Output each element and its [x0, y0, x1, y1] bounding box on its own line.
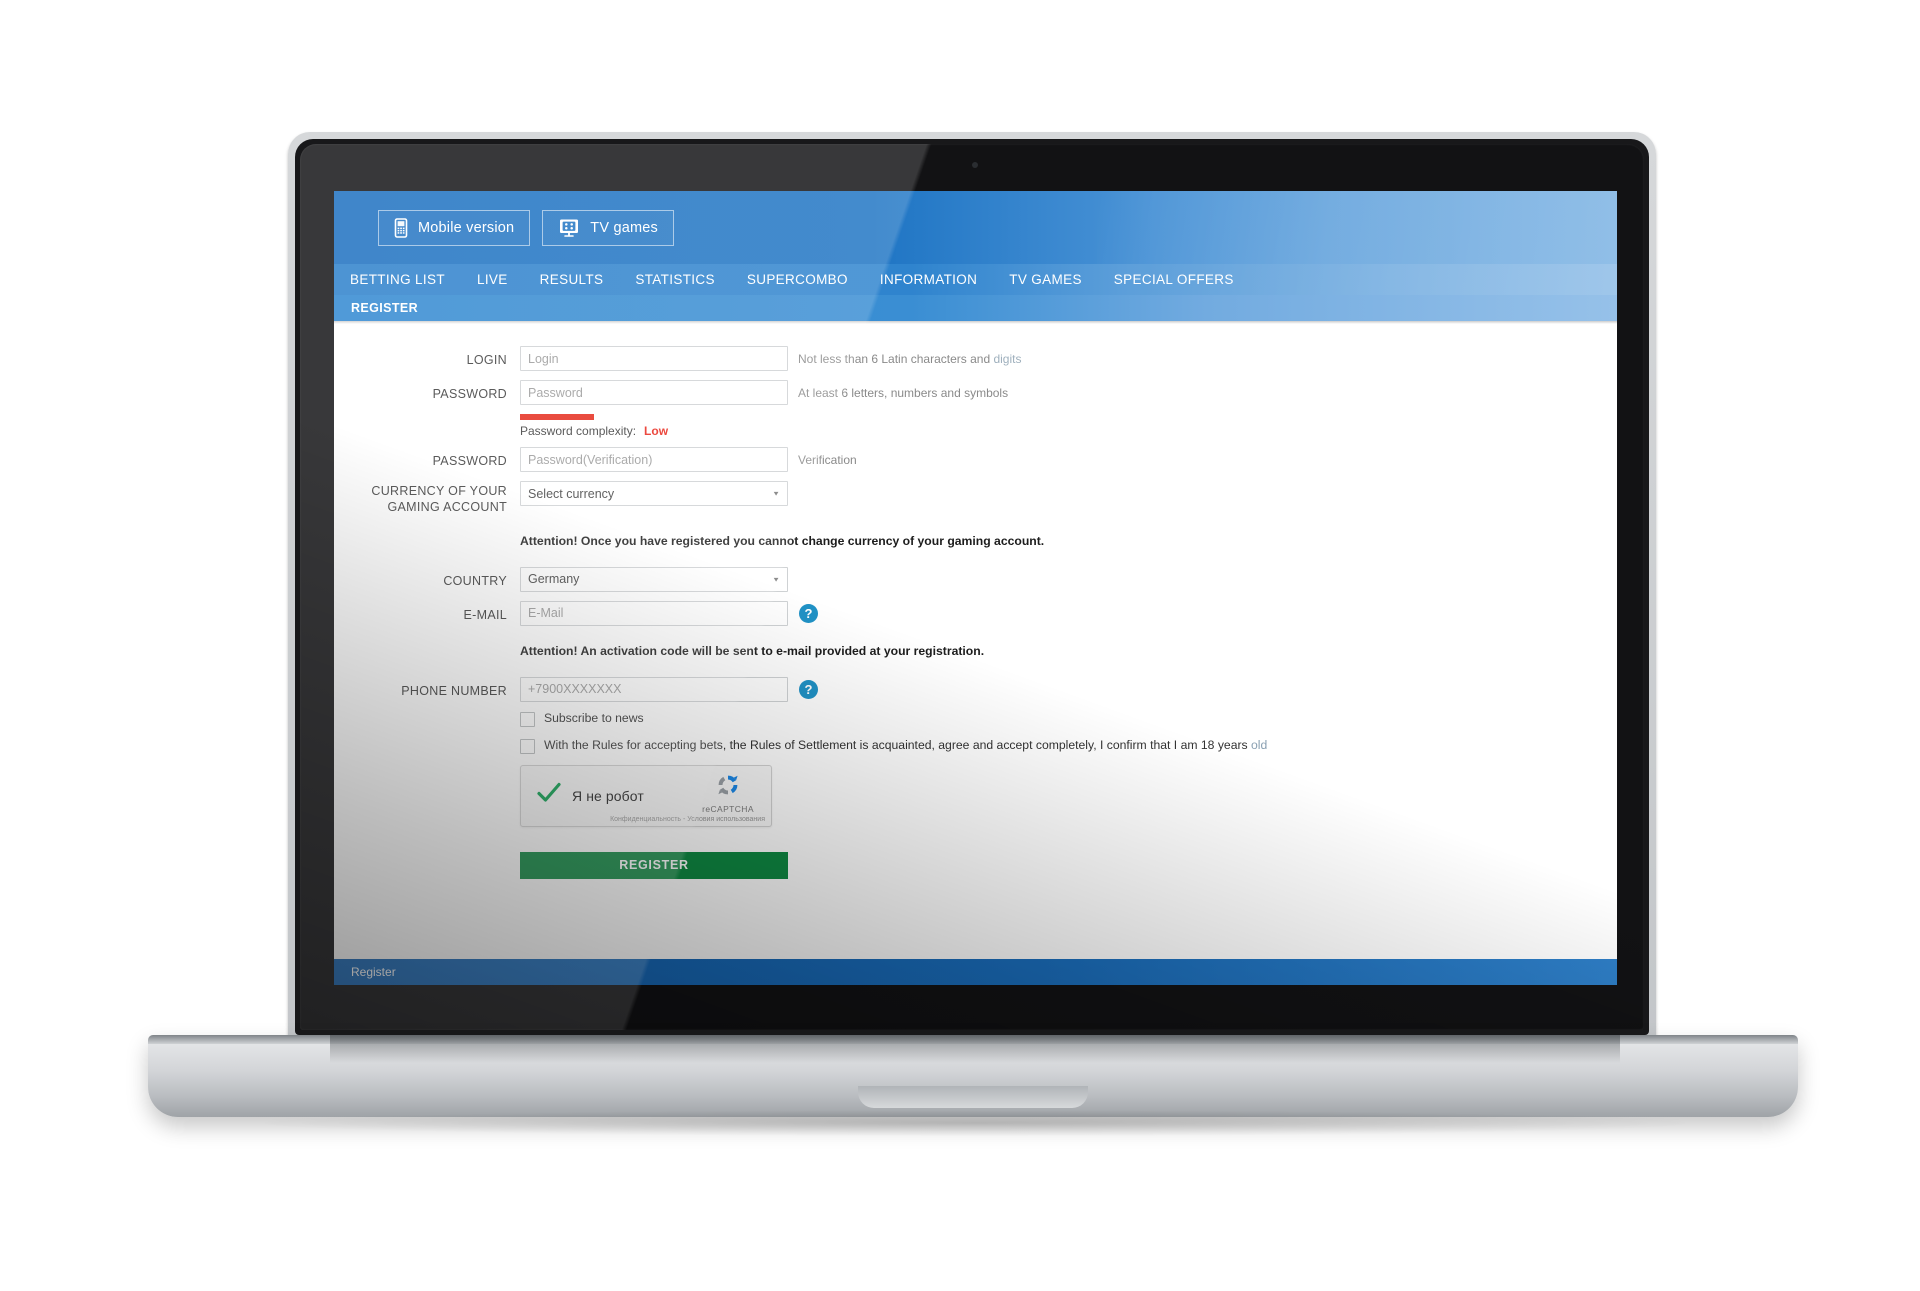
password-verify-label: PASSWORD — [432, 454, 507, 468]
mobile-version-label: Mobile version — [418, 220, 515, 236]
email-field-wrap — [520, 600, 788, 626]
password-complexity-label: Password complexity: — [520, 424, 637, 438]
subscribe-label: Subscribe to news — [544, 710, 644, 725]
form-row-password-verify: PASSWORD Verification — [334, 447, 1617, 472]
nav-item-statistics[interactable]: STATISTICS — [619, 272, 731, 287]
nav-item-tv-games[interactable]: TV GAMES — [993, 272, 1098, 287]
terms-label-main: With the Rules for accepting bets, the R… — [544, 737, 1252, 752]
tv-dice-icon — [558, 218, 580, 238]
form-row-email: E-MAIL ? — [334, 600, 1617, 626]
form-row-currency-note: Attention! Once you have registered you … — [334, 525, 1617, 558]
nav-item-live[interactable]: LIVE — [461, 272, 524, 287]
password-input[interactable] — [520, 380, 788, 405]
mobile-version-button[interactable]: Mobile version — [378, 210, 531, 246]
recaptcha-logo-icon — [714, 775, 742, 803]
form-row-captcha: Я не робот reCAPTCHA Конфиденциальность … — [334, 764, 1617, 852]
country-label: COUNTRY — [443, 573, 507, 588]
country-selected-value: Germany — [528, 572, 580, 586]
password-label: PASSWORD — [432, 387, 507, 401]
page-title: REGISTER — [351, 301, 419, 315]
registration-form: LOGIN Not less than 6 Latin characters a… — [334, 324, 1617, 879]
laptop-deck-shadow — [330, 1035, 1620, 1063]
form-row-login: LOGIN Not less than 6 Latin characters a… — [334, 346, 1617, 371]
terms-row[interactable]: With the Rules for accepting bets, the R… — [520, 738, 1267, 754]
form-row-country: COUNTRY Germany ▼ — [334, 566, 1617, 592]
password-verify-hint: Verification — [798, 453, 857, 467]
terms-label-soft: old — [1251, 737, 1268, 752]
nav-item-information[interactable]: INFORMATION — [864, 272, 993, 287]
country-select[interactable]: Germany ▼ — [520, 566, 788, 592]
header-button-group: Mobile version TV games — [378, 210, 674, 246]
login-input[interactable] — [520, 346, 788, 371]
nav-item-supercombo[interactable]: SUPERCOMBO — [731, 272, 864, 287]
main-navigation: BETTING LIST LIVE RESULTS STATISTICS SUP… — [334, 264, 1617, 295]
form-row-email-note: Attention! An activation code will be se… — [334, 635, 1617, 668]
webcam-icon — [972, 162, 978, 168]
password-complexity-row: Password complexity: Low — [520, 424, 668, 438]
password-complexity-block: Password complexity: Low — [520, 414, 668, 438]
recaptcha-label: Я не робот — [572, 787, 644, 804]
email-label: E-MAIL — [463, 607, 507, 622]
subscribe-checkbox[interactable] — [520, 711, 535, 727]
laptop-mockup: Mobile version TV games BETTING LIST LIV… — [0, 0, 1920, 1291]
phone-help-icon[interactable]: ? — [799, 679, 818, 699]
form-row-phone: PHONE NUMBER ? — [334, 676, 1617, 702]
laptop-ground-shadow — [250, 1110, 1700, 1136]
email-help-icon[interactable]: ? — [799, 603, 818, 623]
login-hint-soft: digits — [993, 352, 1022, 366]
country-field-wrap: Germany ▼ — [520, 566, 788, 592]
page-title-bar: REGISTER — [334, 295, 1617, 321]
screen-viewport: Mobile version TV games BETTING LIST LIV… — [334, 191, 1617, 985]
login-label: LOGIN — [466, 353, 507, 367]
phone-input[interactable] — [520, 676, 788, 702]
currency-warning-note: Attention! Once you have registered you … — [520, 533, 1045, 548]
terms-checkbox[interactable] — [520, 738, 535, 754]
recaptcha-brand-block: reCAPTCHA — [692, 771, 764, 814]
chevron-down-icon: ▼ — [772, 575, 780, 583]
password-strength-bar — [520, 414, 594, 420]
currency-field-wrap: Select currency ▼ — [520, 481, 788, 506]
recaptcha-legal-text: Конфиденциальность - Условия использован… — [610, 815, 765, 823]
password-verify-field-wrap — [520, 447, 788, 472]
phone-field-wrap — [520, 676, 788, 702]
login-hint-main: Not less than 6 Latin characters and — [798, 352, 994, 366]
email-activation-note: Attention! An activation code will be se… — [520, 643, 985, 658]
mobile-phone-icon — [394, 218, 408, 238]
login-hint: Not less than 6 Latin characters and dig… — [788, 346, 1021, 366]
site-header: Mobile version TV games — [334, 191, 1617, 264]
tv-games-button[interactable]: TV games — [542, 210, 674, 246]
currency-label: CURRENCY OF YOUR GAMING ACCOUNT — [371, 484, 507, 515]
status-bar-text: Register — [351, 965, 396, 979]
login-field-wrap — [520, 346, 788, 371]
register-submit-button[interactable]: REGISTER — [520, 851, 788, 879]
currency-selected-value: Select currency — [528, 486, 615, 501]
recaptcha-widget[interactable]: Я не робот reCAPTCHA Конфиденциальность … — [520, 764, 772, 827]
nav-item-special-offers[interactable]: SPECIAL OFFERS — [1098, 272, 1250, 287]
form-row-complexity: Password complexity: Low — [334, 414, 1617, 438]
form-row-currency: CURRENCY OF YOUR GAMING ACCOUNT Select c… — [334, 481, 1617, 516]
password-field-wrap — [520, 380, 788, 405]
password-verify-input[interactable] — [520, 447, 788, 472]
phone-label: PHONE NUMBER — [401, 683, 507, 698]
nav-item-betting-list[interactable]: BETTING LIST — [334, 272, 461, 287]
website-page: Mobile version TV games BETTING LIST LIV… — [334, 191, 1617, 985]
email-input[interactable] — [520, 600, 788, 626]
terms-label: With the Rules for accepting bets, the R… — [535, 738, 1267, 752]
tv-games-label: TV games — [590, 220, 658, 236]
form-row-submit: REGISTER — [334, 851, 1617, 879]
nav-item-results[interactable]: RESULTS — [524, 272, 620, 287]
recaptcha-brand-label: reCAPTCHA — [702, 803, 754, 814]
header-gloss — [1097, 191, 1617, 264]
password-complexity-value: Low — [644, 424, 669, 438]
subscribe-row[interactable]: Subscribe to news — [520, 711, 1267, 727]
laptop-trackpad-notch — [858, 1086, 1088, 1108]
form-row-checkboxes: Subscribe to news With the Rules for acc… — [334, 711, 1617, 765]
form-row-password: PASSWORD At least 6 letters, numbers and… — [334, 380, 1617, 405]
currency-select[interactable]: Select currency ▼ — [520, 481, 788, 506]
status-bar: Register — [334, 959, 1617, 985]
checkbox-group: Subscribe to news With the Rules for acc… — [520, 711, 1267, 765]
green-checkmark-icon — [537, 782, 561, 809]
password-hint: At least 6 letters, numbers and symbols — [798, 386, 1009, 400]
chevron-down-icon: ▼ — [772, 489, 780, 498]
